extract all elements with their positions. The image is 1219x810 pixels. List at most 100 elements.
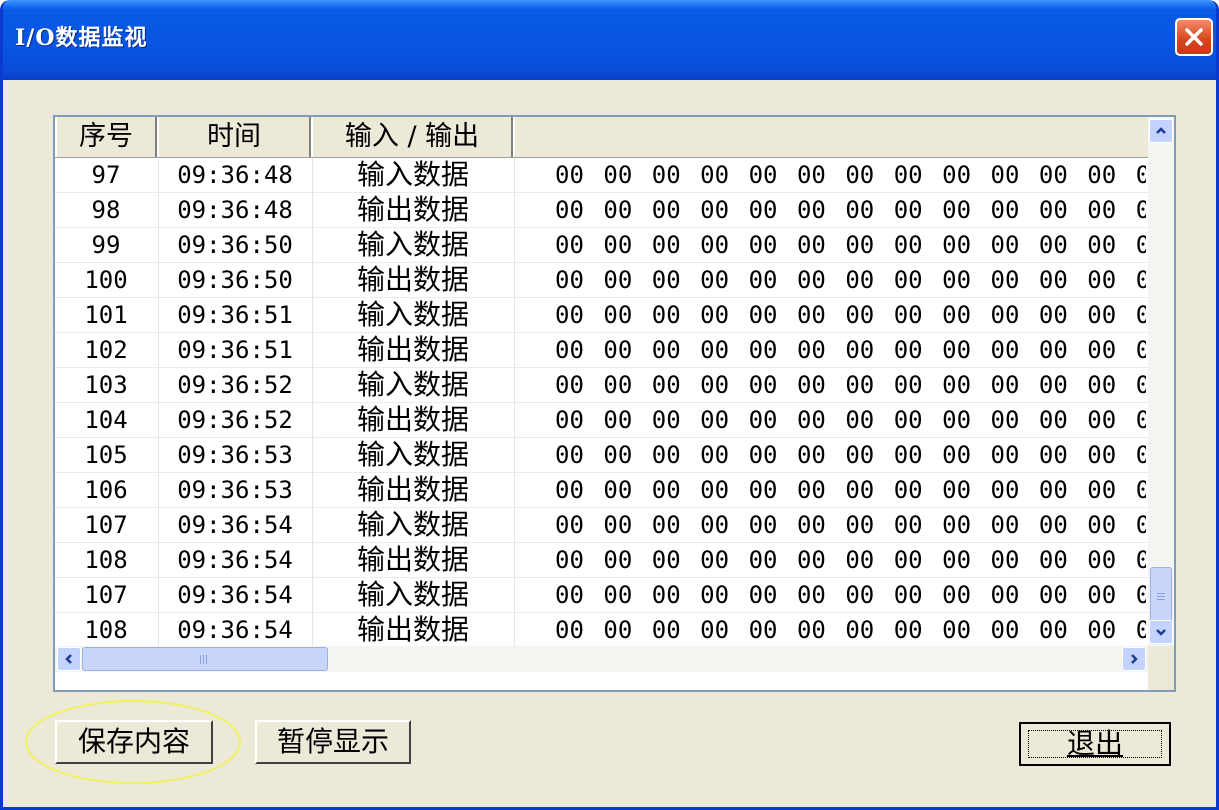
data-byte: 00: [942, 161, 972, 189]
data-byte: 00: [796, 301, 826, 329]
table-row[interactable]: 98 09:36:48 输出数据 00 00 00 00 00 00 00 00 00 00 00 00 00: [55, 193, 1148, 228]
data-byte: 00: [651, 301, 681, 329]
data-byte: 00: [555, 546, 584, 574]
table-row[interactable]: 99 09:36:50 输入数据 00 00 00 00 00 00 00 00 00 00 00 00 00: [55, 228, 1148, 263]
scroll-up-button[interactable]: [1149, 119, 1173, 143]
horizontal-scrollbar[interactable]: [55, 646, 1148, 672]
data-byte: 00: [942, 616, 972, 644]
data-byte: 00: [1136, 508, 1146, 542]
row-data-bytes: 00 00 00 00 00 00 00 00 00 00 00 00 00: [555, 613, 1146, 646]
data-byte: 00: [942, 336, 972, 364]
data-byte: 00: [990, 616, 1020, 644]
scroll-down-button[interactable]: [1149, 620, 1173, 644]
data-byte: 00: [651, 546, 681, 574]
data-byte: 00: [700, 196, 730, 224]
data-byte: 00: [1136, 368, 1146, 402]
data-byte: 00: [845, 196, 875, 224]
data-byte: 00: [796, 441, 826, 469]
data-byte: 00: [1087, 441, 1117, 469]
row-data-bytes: 00 00 00 00 00 00 00 00 00 00 00 00 00: [555, 263, 1146, 297]
data-byte: 00: [796, 406, 826, 434]
row-direction: 输出数据: [356, 543, 469, 576]
data-byte: 00: [893, 511, 923, 539]
data-byte: 00: [845, 581, 875, 609]
pause-display-button[interactable]: 暂停显示: [255, 720, 411, 764]
data-byte: 00: [555, 441, 584, 469]
vertical-scroll-thumb[interactable]: [1150, 567, 1172, 627]
data-byte: 00: [893, 266, 923, 294]
data-byte: 00: [748, 476, 778, 504]
data-byte: 00: [748, 581, 778, 609]
row-data-bytes: 00 00 00 00 00 00 00 00 00 00 00 00 00: [555, 228, 1146, 262]
column-header-time[interactable]: 时间: [157, 117, 311, 157]
data-byte: 00: [1038, 546, 1068, 574]
row-direction: 输出数据: [356, 263, 469, 296]
data-byte: 00: [651, 231, 681, 259]
data-byte: 00: [1136, 403, 1146, 437]
data-byte: 00: [651, 161, 681, 189]
title-bar[interactable]: I/O数据监视: [3, 0, 1216, 80]
table-row[interactable]: 10409:36:52输出数据0000000000000000000000000…: [55, 403, 1148, 438]
data-byte: 00: [893, 581, 923, 609]
data-byte: 00: [845, 266, 875, 294]
data-byte: 00: [651, 616, 681, 644]
data-byte: 00: [700, 511, 730, 539]
data-byte: 00: [990, 546, 1020, 574]
data-byte: 00: [942, 196, 972, 224]
exit-button[interactable]: 退出: [1019, 722, 1171, 766]
row-direction: 输出数据: [356, 403, 469, 436]
data-byte: 00: [603, 476, 633, 504]
data-byte: 00: [1136, 578, 1146, 612]
table-row[interactable]: 10809:36:54输出数据0000000000000000000000000…: [55, 543, 1148, 578]
data-byte: 00: [1038, 301, 1068, 329]
data-byte: 00: [1087, 336, 1117, 364]
table-row[interactable]: 10109:36:51输入数据0000000000000000000000000…: [55, 298, 1148, 333]
horizontal-scroll-thumb[interactable]: [82, 647, 328, 671]
data-byte: 00: [796, 581, 826, 609]
data-byte: 00: [651, 406, 681, 434]
scroll-right-button[interactable]: [1122, 647, 1146, 671]
table-row[interactable]: 97 09:36:48 输入数据 00 00 00 00 00 00 00 00 00 00 00 00 00: [55, 158, 1148, 193]
table-row[interactable]: 10509:36:53输入数据0000000000000000000000000…: [55, 438, 1148, 473]
row-time: 09:36:53: [177, 476, 293, 504]
data-byte: 00: [748, 196, 778, 224]
row-data-bytes: 00 00 00 00 00 00 00 00 00 00 00 00 00: [555, 508, 1146, 542]
row-direction: 输入数据: [356, 298, 469, 331]
chevron-up-icon: [1156, 127, 1166, 134]
data-byte: 00: [651, 441, 681, 469]
table-row[interactable]: 10709:36:54输入数据0000000000000000000000000…: [55, 578, 1148, 613]
row-time: 09:36:48: [177, 196, 293, 224]
table-row[interactable]: 10609:36:53输出数据0000000000000000000000000…: [55, 473, 1148, 508]
data-byte: 00: [1136, 298, 1146, 332]
vertical-scrollbar[interactable]: [1148, 117, 1174, 646]
io-data-list[interactable]: 序号 时间 输入 / 输出 97 09:36:48 输入数据 00 00 00 00 00 00…: [53, 115, 1176, 692]
data-byte: 00: [748, 231, 778, 259]
row-index: 100: [84, 266, 128, 294]
table-row[interactable]: 10209:36:51输出数据0000000000000000000000000…: [55, 333, 1148, 368]
data-byte: 00: [893, 616, 923, 644]
data-byte: 00: [603, 301, 633, 329]
data-byte: 00: [748, 406, 778, 434]
row-data-bytes: 00 00 00 00 00 00 00 00 00 00 00 00 00: [555, 333, 1146, 367]
column-header-io[interactable]: 输入 / 输出: [311, 117, 513, 157]
data-byte: 00: [603, 511, 633, 539]
data-byte: 00: [845, 616, 875, 644]
table-row[interactable]: 10709:36:54输入数据0000000000000000000000000…: [55, 508, 1148, 543]
data-byte: 00: [796, 336, 826, 364]
column-header-index[interactable]: 序号: [55, 117, 157, 157]
row-time: 09:36:50: [177, 266, 293, 294]
scroll-left-button[interactable]: [57, 647, 81, 671]
data-byte: 00: [603, 371, 633, 399]
data-byte: 00: [603, 406, 633, 434]
table-row[interactable]: 10309:36:52输入数据0000000000000000000000000…: [55, 368, 1148, 403]
table-row[interactable]: 10009:36:50输出数据0000000000000000000000000…: [55, 263, 1148, 298]
row-time: 09:36:54: [177, 581, 293, 609]
table-row[interactable]: 10809:36:54输出数据0000000000000000000000000…: [55, 613, 1148, 646]
data-byte: 00: [1136, 438, 1146, 472]
column-header-data[interactable]: [513, 117, 1148, 157]
data-byte: 00: [1038, 581, 1068, 609]
close-button[interactable]: [1175, 18, 1213, 56]
data-byte: 00: [1038, 441, 1068, 469]
data-byte: 00: [1136, 263, 1146, 297]
row-index: 103: [84, 371, 128, 399]
